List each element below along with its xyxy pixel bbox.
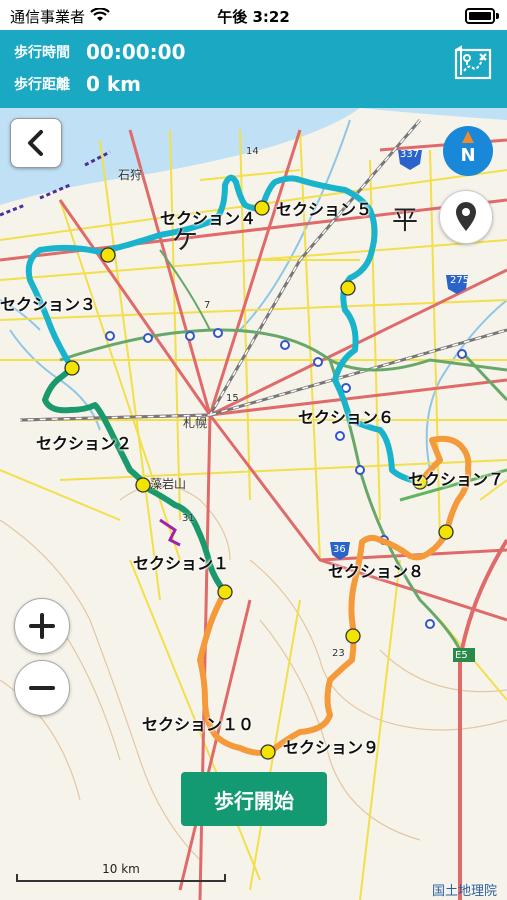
zoom-out-button[interactable]: [14, 660, 70, 716]
road-label-36: 36: [333, 544, 346, 555]
section-label-6: セクション６: [298, 408, 395, 427]
road-label-14: 14: [246, 146, 259, 157]
section-label-7: セクション７: [408, 470, 505, 489]
section-label-9: セクション９: [283, 738, 380, 757]
road-label-7: 7: [204, 300, 211, 311]
place-label-ishikari: 石狩: [118, 168, 143, 182]
section-label-10: セクション１０: [142, 715, 255, 734]
status-bar: 通信事業者 午後 3:22: [0, 0, 507, 30]
minus-icon: [29, 686, 55, 690]
walk-distance-label: 歩行距離: [14, 77, 70, 93]
start-walk-button[interactable]: 歩行開始: [181, 772, 327, 826]
road-label-15: 15: [226, 393, 239, 404]
map-attribution[interactable]: 国土地理院: [432, 880, 497, 899]
road-label-31: 31: [182, 513, 195, 524]
compass-button[interactable]: N: [443, 126, 493, 176]
place-label-hei: 平: [392, 206, 419, 236]
section-label-2: セクション２: [36, 434, 133, 453]
location-pin-icon: [456, 202, 476, 231]
road-label-e5: E5: [455, 650, 468, 661]
place-label-moiwa: 藻岩山: [150, 477, 187, 491]
road-label-23: 23: [332, 648, 345, 659]
section-label-5: セクション５: [276, 200, 373, 219]
chevron-left-icon: [28, 130, 43, 156]
section-label-4: セクション４: [160, 209, 257, 228]
place-label-sapporo: 札幌: [183, 416, 208, 430]
battery-icon: [465, 8, 495, 24]
walk-time-label: 歩行時間: [14, 45, 70, 61]
walk-time-row: 歩行時間 00:00:00: [14, 38, 186, 66]
section-label-3: セクション３: [0, 295, 97, 314]
compass-letter: N: [460, 145, 476, 166]
plus-icon: [29, 613, 55, 639]
zoom-in-button[interactable]: [14, 598, 70, 654]
map-scale: 10 km: [16, 862, 226, 882]
road-label-337: 337: [400, 149, 420, 160]
walk-stats-header: 歩行時間 00:00:00 歩行距離 0 km: [0, 30, 507, 108]
section-label-8: セクション８: [328, 562, 425, 581]
section-label-1: セクション１: [133, 554, 230, 573]
walk-distance-row: 歩行距離 0 km: [14, 70, 141, 98]
clock: 午後 3:22: [217, 8, 290, 26]
road-label-275: 275: [450, 275, 470, 286]
route-map-icon[interactable]: [453, 44, 493, 84]
walk-time-value: 00:00:00: [86, 40, 186, 64]
back-button[interactable]: [10, 118, 62, 168]
scale-bar: [16, 874, 226, 882]
current-location-button[interactable]: [439, 190, 493, 244]
walk-distance-value: 0 km: [86, 72, 142, 96]
